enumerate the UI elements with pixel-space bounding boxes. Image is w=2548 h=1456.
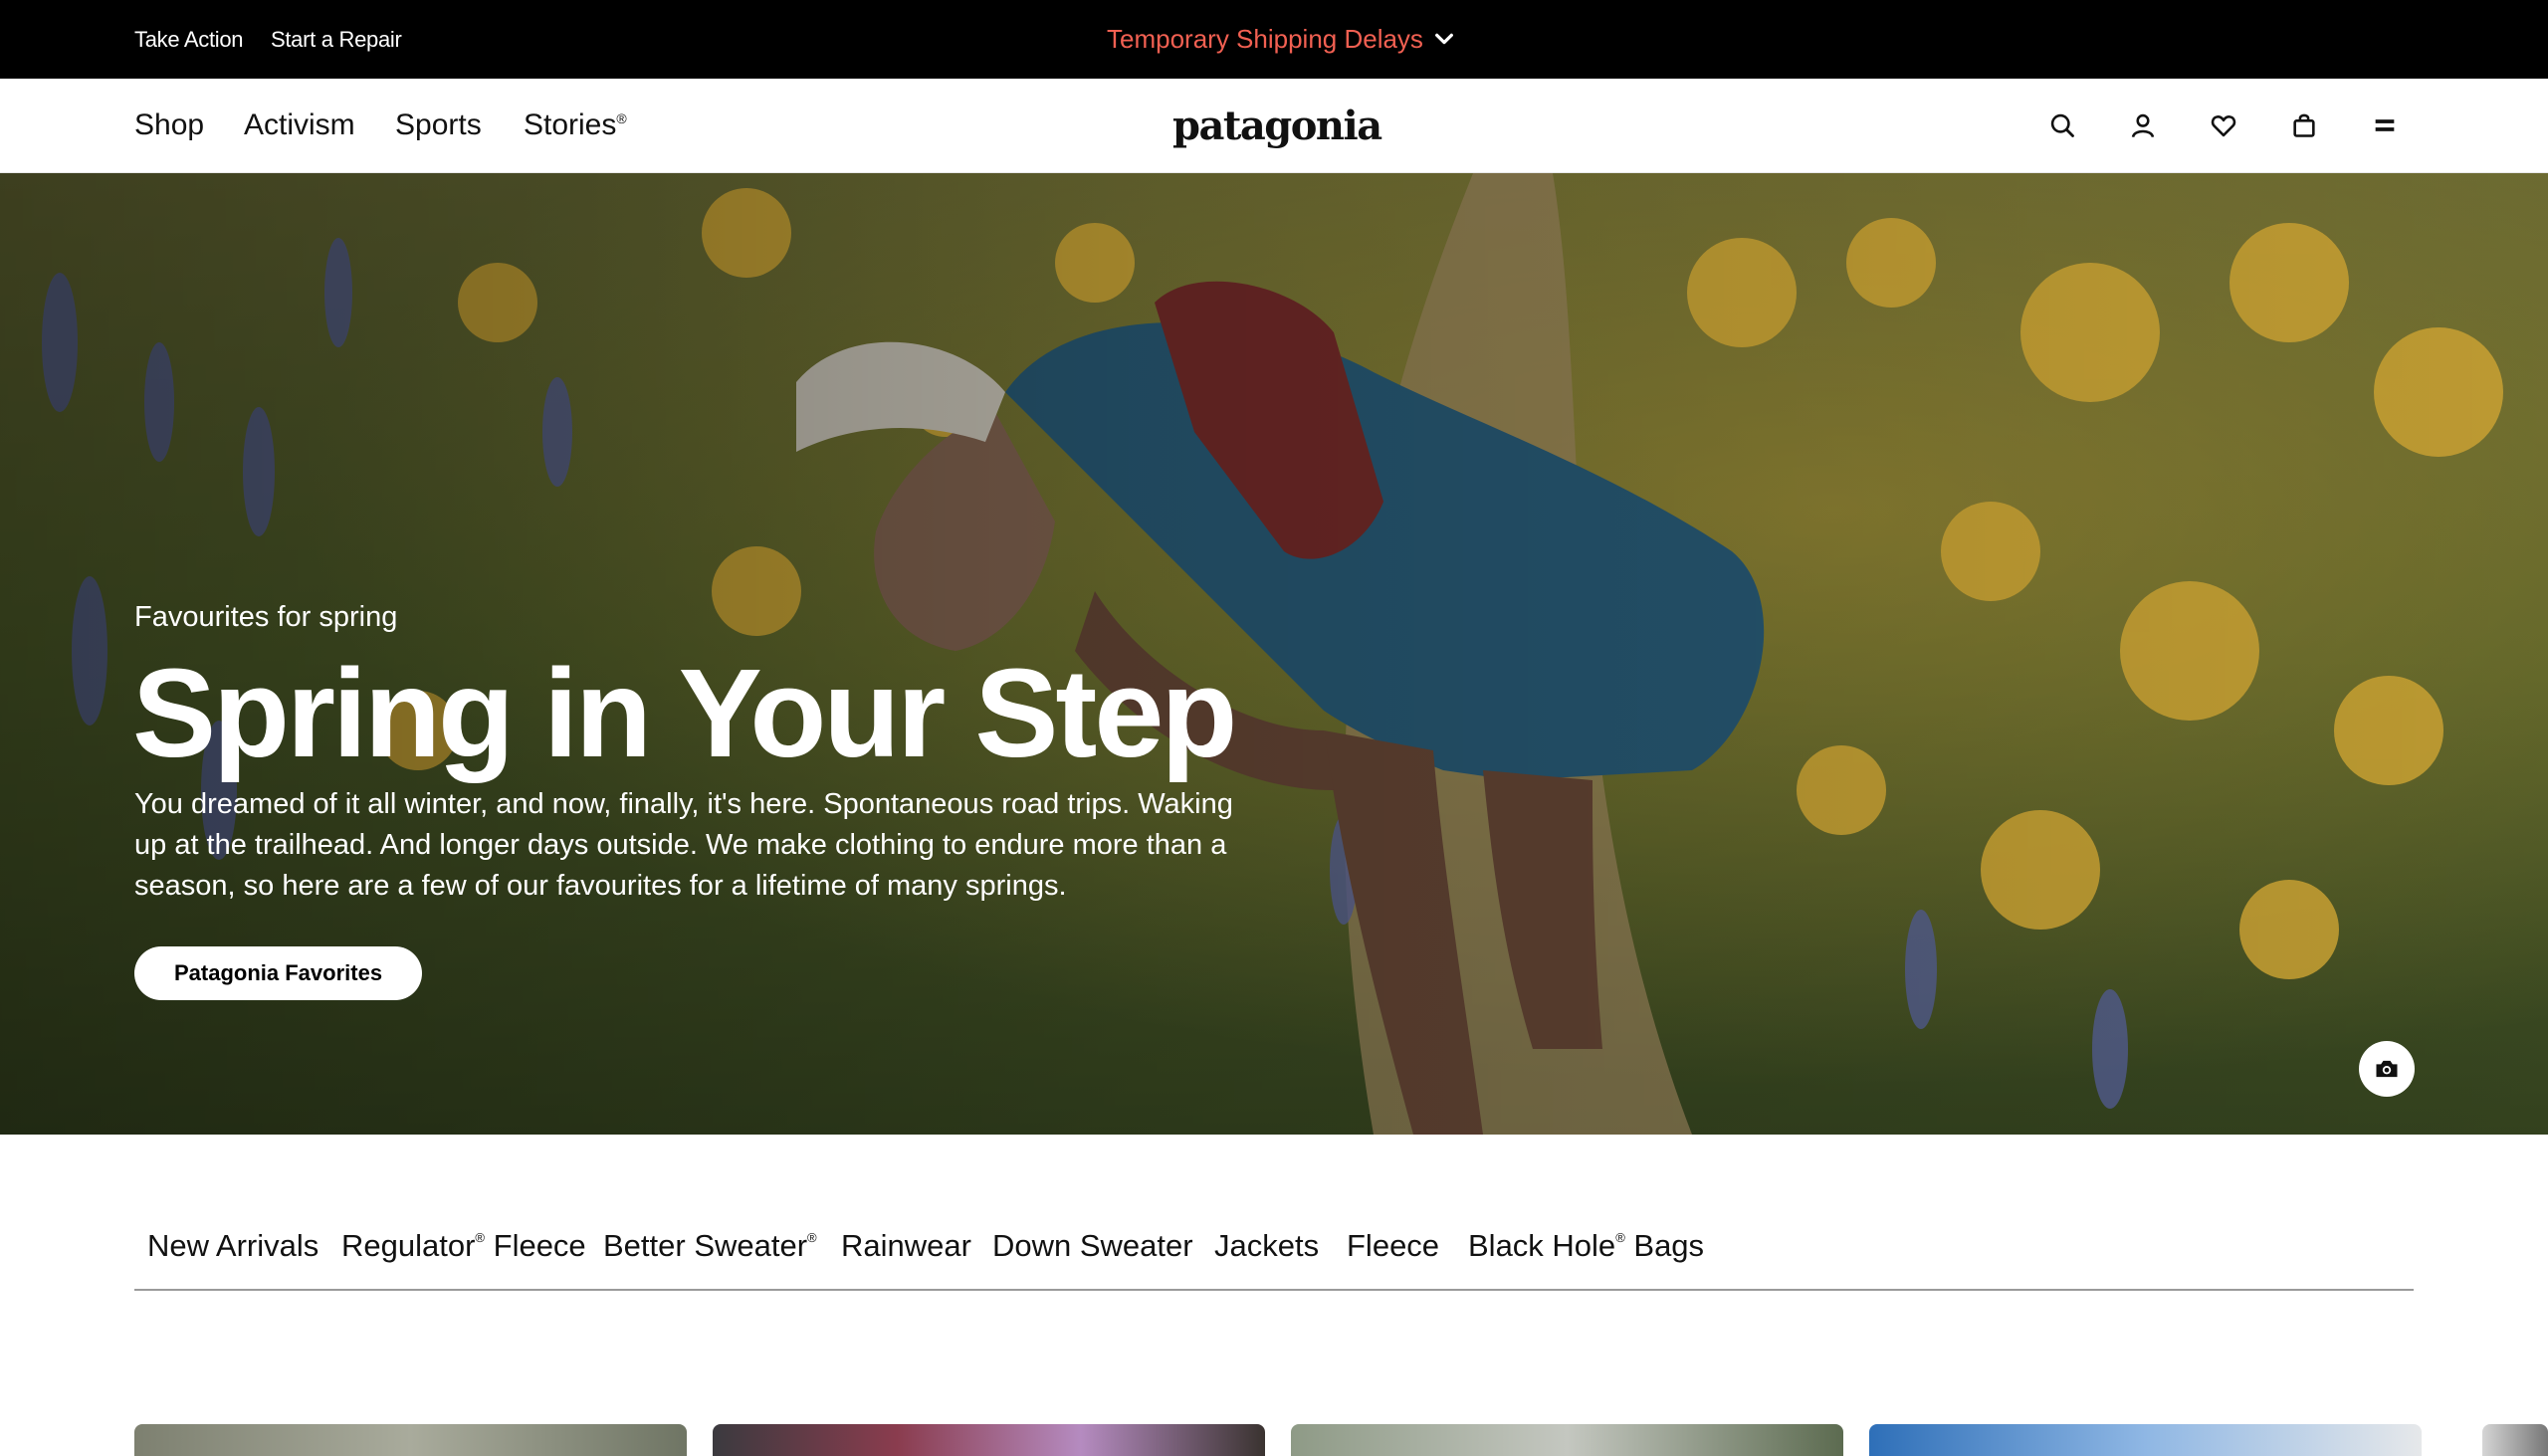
tab-black-hole-bags[interactable]: Black Hole® Bags [1468, 1228, 1704, 1264]
tab-label: Jackets [1214, 1228, 1320, 1263]
registered-mark: ® [1615, 1230, 1625, 1245]
nav-stories-label: Stories [524, 108, 617, 141]
utility-bar: Take Action Start a Repair Temporary Shi… [0, 0, 2548, 79]
tab-label: Better Sweater [603, 1228, 808, 1263]
product-card[interactable] [1869, 1424, 2422, 1456]
tab-better-sweater[interactable]: Better Sweater® [603, 1228, 817, 1264]
menu-icon[interactable] [2368, 108, 2402, 142]
nav-shop[interactable]: Shop [134, 108, 204, 142]
tab-jackets[interactable]: Jackets [1214, 1228, 1319, 1264]
registered-mark: ® [475, 1230, 486, 1245]
product-card[interactable] [713, 1424, 1265, 1456]
tab-label: Fleece [1347, 1228, 1440, 1263]
nav-shop-label: Shop [134, 108, 205, 141]
tab-fleece[interactable]: Fleece [1347, 1228, 1439, 1264]
tab-label-suffix: Bags [1624, 1228, 1705, 1263]
start-a-repair-link[interactable]: Start a Repair [271, 27, 402, 53]
nav-stories[interactable]: Stories® [524, 108, 627, 142]
main-header: Shop Activism Sports Stories® patagonia [0, 79, 2548, 173]
shopping-bag-icon[interactable] [2287, 108, 2321, 142]
tab-label: Down Sweater [992, 1228, 1193, 1263]
tab-new-arrivals[interactable]: New Arrivals [147, 1228, 318, 1264]
category-tabs: New Arrivals Regulator® Fleece Better Sw… [134, 1224, 2414, 1291]
registered-mark: ® [616, 110, 627, 126]
nav-activism-label: Activism [244, 108, 355, 141]
tab-rainwear[interactable]: Rainwear [841, 1228, 971, 1264]
hero-body: You dreamed of it all winter, and now, f… [134, 788, 1233, 902]
tab-label: New Arrivals [147, 1228, 319, 1263]
product-card[interactable] [134, 1424, 687, 1456]
hero-banner: Favourites for spring Spring in Your Ste… [0, 173, 2548, 1135]
tab-down-sweater[interactable]: Down Sweater [992, 1228, 1193, 1264]
shipping-delays-dropdown[interactable]: Temporary Shipping Delays [1107, 22, 1455, 56]
patagonia-favorites-button[interactable]: Patagonia Favorites [134, 946, 423, 1000]
nav-activism[interactable]: Activism [244, 108, 355, 142]
take-action-link[interactable]: Take Action [134, 27, 244, 53]
camera-icon[interactable] [2359, 1041, 2415, 1097]
tab-regulator-fleece[interactable]: Regulator® Fleece [341, 1228, 586, 1264]
tab-label: Regulator [341, 1228, 476, 1263]
tab-label: Rainwear [841, 1228, 971, 1263]
product-card[interactable] [2482, 1424, 2548, 1456]
hero-eyebrow: Favourites for spring [134, 601, 398, 633]
chevron-down-icon [1435, 33, 1453, 45]
hero-title: Spring in Your Step [132, 643, 1237, 783]
patagonia-logo[interactable]: patagonia [1172, 103, 1382, 149]
shipping-delays-label: Temporary Shipping Delays [1107, 23, 1423, 54]
tab-label: Black Hole [1468, 1228, 1616, 1263]
registered-mark: ® [807, 1230, 817, 1245]
product-card[interactable] [1291, 1424, 1843, 1456]
nav-sports[interactable]: Sports [395, 108, 482, 142]
search-icon[interactable] [2045, 108, 2079, 142]
nav-sports-label: Sports [395, 108, 482, 141]
account-icon[interactable] [2126, 108, 2160, 142]
wishlist-heart-icon[interactable] [2207, 108, 2240, 142]
tab-label-suffix: Fleece [485, 1228, 586, 1263]
